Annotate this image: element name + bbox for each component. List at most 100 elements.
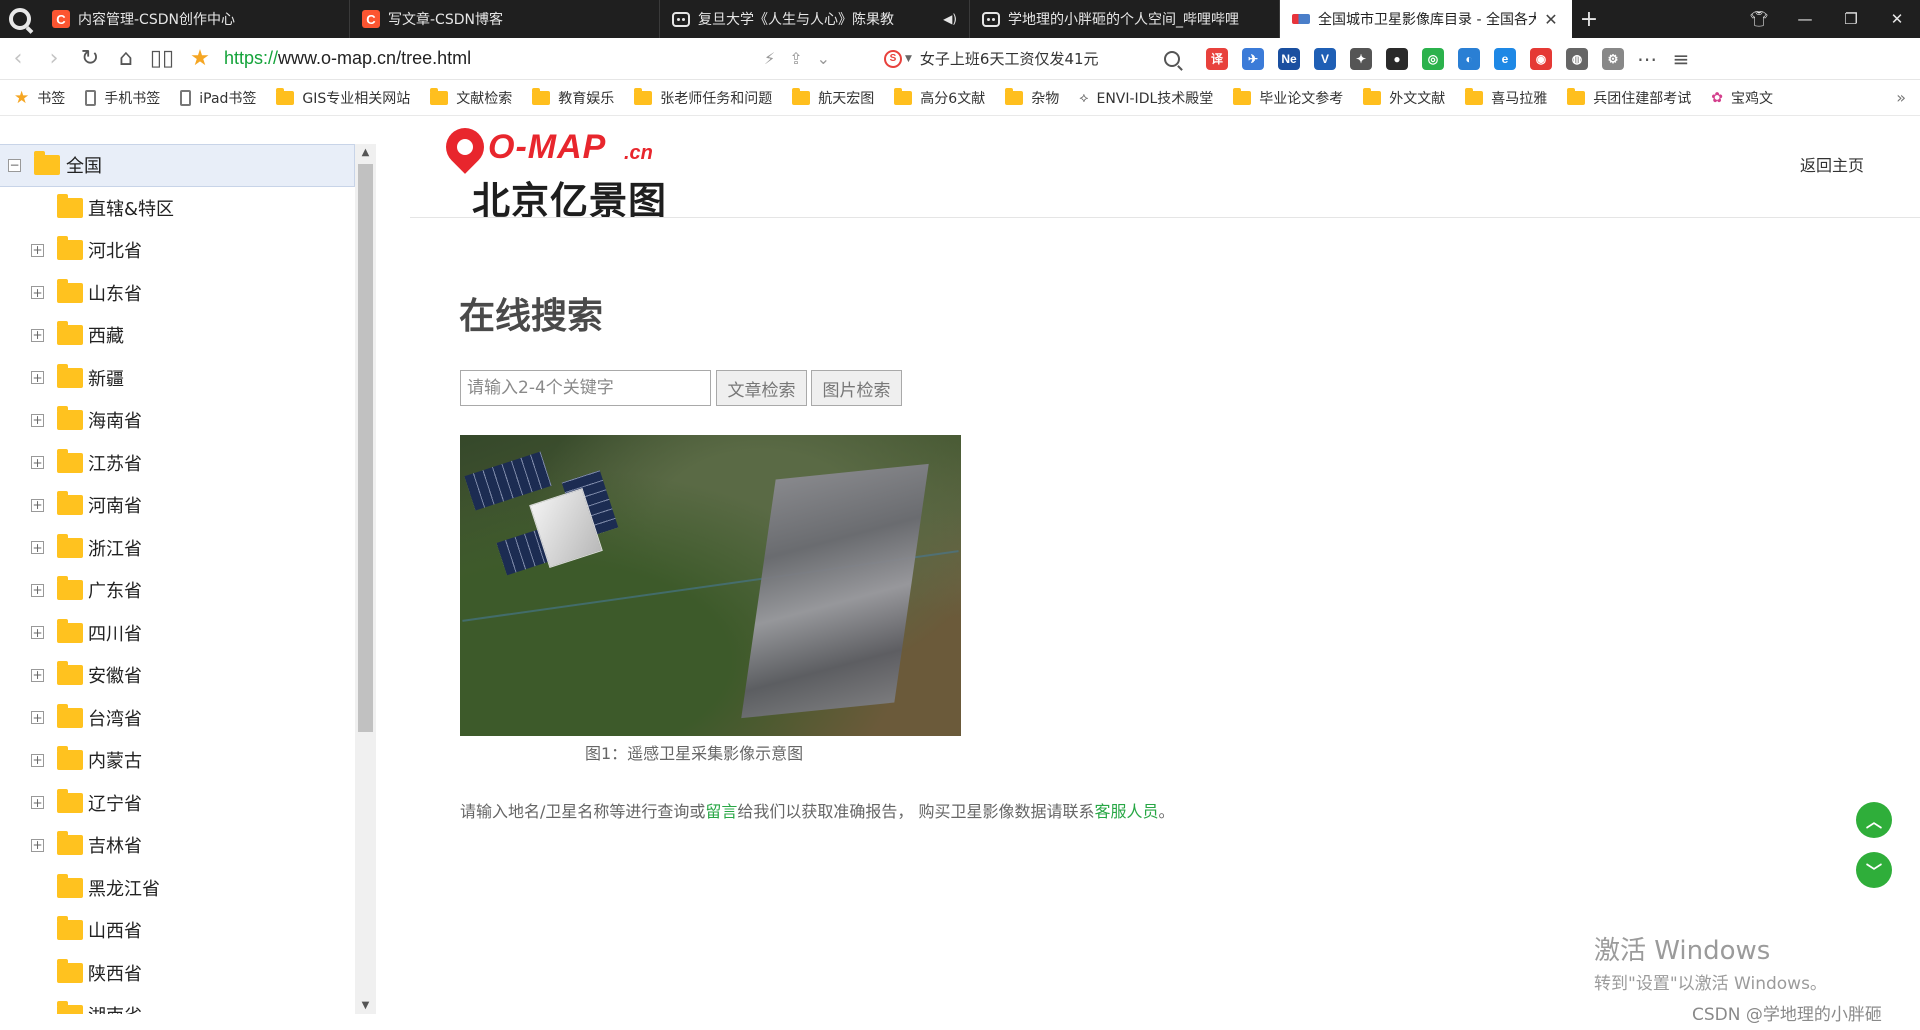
url-field[interactable]: https://www.o-map.cn/tree.html — [224, 48, 764, 69]
tree-item[interactable]: + 河南省 — [0, 484, 355, 527]
bookmark-item[interactable]: 兵团住建部考试 — [1567, 87, 1691, 108]
expand-icon[interactable]: + — [31, 541, 44, 555]
expand-icon[interactable]: + — [31, 796, 44, 810]
tree-item[interactable]: + 辽宁省 — [0, 782, 355, 825]
tree-item[interactable]: + 安徽省 — [0, 654, 355, 697]
site-logo[interactable]: O-MAP .cn 北京亿景图 — [438, 120, 676, 223]
back-button[interactable]: ‹ — [0, 41, 36, 77]
expand-icon[interactable]: + — [31, 243, 44, 257]
article-search-button[interactable]: 文章检索 — [716, 370, 807, 406]
extension-icon[interactable]: ● — [1386, 47, 1408, 70]
bookmark-item[interactable]: 喜马拉雅 — [1465, 87, 1547, 108]
scrollbar-thumb[interactable] — [358, 164, 373, 732]
tree-item[interactable]: 陕西省 — [0, 952, 355, 995]
tree-item[interactable]: + 内蒙古 — [0, 739, 355, 782]
tree-item[interactable]: 直辖&特区 — [0, 187, 355, 230]
tree-scrollbar[interactable]: ▲ ▼ — [355, 144, 376, 1014]
close-window-button[interactable]: ✕ — [1874, 0, 1920, 38]
extension-icon[interactable]: Ne — [1278, 47, 1300, 70]
bookmarks-overflow-icon[interactable]: » — [1896, 88, 1906, 107]
extension-icon[interactable]: ✈ — [1242, 47, 1264, 70]
extension-icon[interactable]: ◐ — [1458, 47, 1480, 70]
bookmark-item[interactable]: ⟡ ENVI-IDL技术殿堂 — [1079, 88, 1213, 108]
bookmark-item[interactable]: ★ 书签 — [14, 88, 65, 108]
menu-icon[interactable]: ≡ — [1664, 47, 1698, 71]
tree-item[interactable]: + 新疆 — [0, 357, 355, 400]
engine-dropdown-icon[interactable]: ▼ — [905, 54, 912, 64]
tree-item[interactable]: + 西藏 — [0, 314, 355, 357]
expand-icon[interactable]: + — [31, 456, 44, 470]
skin-icon[interactable]: 👕︎ — [1736, 0, 1782, 38]
collapse-icon[interactable]: − — [8, 158, 21, 172]
expand-icon[interactable]: + — [31, 753, 44, 767]
scroll-down-icon[interactable]: ▼ — [355, 997, 376, 1014]
search-suggestion[interactable]: 女子上班6天工资仅发41元 — [920, 48, 1164, 69]
bookmark-item[interactable]: 航天宏图 — [792, 87, 874, 108]
extension-icon[interactable]: 译 — [1206, 47, 1228, 70]
customer-service-link[interactable]: 客服人员 — [1095, 802, 1159, 821]
expand-icon[interactable]: + — [31, 583, 44, 597]
search-box[interactable]: S ▼ 女子上班6天工资仅发41元 — [884, 44, 1194, 74]
browser-logo-icon[interactable] — [0, 0, 40, 38]
back-home-link[interactable]: 返回主页 — [1800, 152, 1864, 176]
extension-icon[interactable]: V — [1314, 47, 1336, 70]
message-link[interactable]: 留言 — [705, 802, 737, 821]
bookmark-item[interactable]: 手机书签 — [85, 88, 160, 108]
chevron-down-icon[interactable]: ⌄ — [817, 49, 830, 68]
tree-item[interactable]: 湖南省 — [0, 994, 355, 1014]
bookmark-item[interactable]: GIS专业相关网站 — [276, 87, 410, 108]
keyword-input[interactable] — [460, 370, 711, 406]
extension-icon[interactable]: ◍ — [1566, 47, 1588, 70]
extension-icon[interactable]: e — [1494, 47, 1516, 70]
close-tab-icon[interactable]: ✕ — [1542, 10, 1560, 29]
tree-item[interactable]: + 浙江省 — [0, 527, 355, 570]
tree-item[interactable]: + 江苏省 — [0, 442, 355, 485]
minimize-button[interactable]: — — [1782, 0, 1828, 38]
tree-item[interactable]: + 广东省 — [0, 569, 355, 612]
browser-tab[interactable]: C 写文章-CSDN博客 — [350, 0, 660, 38]
expand-icon[interactable]: + — [31, 286, 44, 300]
bookmark-item[interactable]: iPad书签 — [180, 88, 256, 108]
image-search-button[interactable]: 图片检索 — [811, 370, 902, 406]
more-icon[interactable]: ⋯ — [1630, 47, 1664, 71]
browser-tab[interactable]: 全国城市卫星影像库目录 - 全国各大 ✕ — [1280, 0, 1572, 38]
extension-icon[interactable]: ◎ — [1422, 47, 1444, 70]
speaker-icon[interactable]: ◀) — [943, 12, 957, 26]
expand-icon[interactable]: + — [31, 328, 44, 342]
tree-item[interactable]: 黑龙江省 — [0, 867, 355, 910]
reload-button[interactable]: ↻ — [72, 41, 108, 77]
browser-tab[interactable]: 复旦大学《人生与人心》陈果教 ◀) — [660, 0, 970, 38]
extension-icon[interactable]: ◉ — [1530, 47, 1552, 70]
expand-icon[interactable]: + — [31, 711, 44, 725]
tree-item[interactable]: + 吉林省 — [0, 824, 355, 867]
bookmark-item[interactable]: 张老师任务和问题 — [634, 87, 772, 108]
lightning-icon[interactable]: ⚡ — [764, 49, 775, 68]
bookmark-item[interactable]: 外文文献 — [1363, 87, 1445, 108]
bookmark-item[interactable]: 教育娱乐 — [532, 87, 614, 108]
extension-icon[interactable]: ⚙ — [1602, 47, 1624, 70]
bookmark-item[interactable]: 毕业论文参考 — [1233, 87, 1343, 108]
expand-icon[interactable]: + — [31, 371, 44, 385]
restore-button[interactable]: ❐ — [1828, 0, 1874, 38]
tree-item[interactable]: + 台湾省 — [0, 697, 355, 740]
tree-item[interactable]: + 山东省 — [0, 272, 355, 315]
expand-icon[interactable]: + — [31, 626, 44, 640]
home-button[interactable]: ⌂ — [108, 41, 144, 77]
share-icon[interactable]: ⇪ — [789, 49, 802, 68]
tree-item[interactable]: + 河北省 — [0, 229, 355, 272]
browser-tab[interactable]: 学地理的小胖砸的个人空间_哔哩哔哩 — [970, 0, 1280, 38]
search-icon[interactable] — [1164, 50, 1180, 67]
bookmark-item[interactable]: ✿ 宝鸡文 — [1711, 88, 1773, 108]
bookmark-item[interactable]: 文献检索 — [430, 87, 512, 108]
scroll-top-button[interactable]: ︿ — [1856, 802, 1892, 838]
tree-root[interactable]: − 全国 — [0, 144, 355, 187]
tree-item[interactable]: + 海南省 — [0, 399, 355, 442]
scroll-up-icon[interactable]: ▲ — [355, 144, 376, 161]
forward-button[interactable]: › — [36, 41, 72, 77]
new-tab-button[interactable]: + — [1572, 0, 1606, 38]
extension-icon[interactable]: ✦ — [1350, 47, 1372, 70]
tree-item[interactable]: + 四川省 — [0, 612, 355, 655]
expand-icon[interactable]: + — [31, 668, 44, 682]
tree-item[interactable]: 山西省 — [0, 909, 355, 952]
bookmark-item[interactable]: 高分6文献 — [894, 87, 985, 108]
